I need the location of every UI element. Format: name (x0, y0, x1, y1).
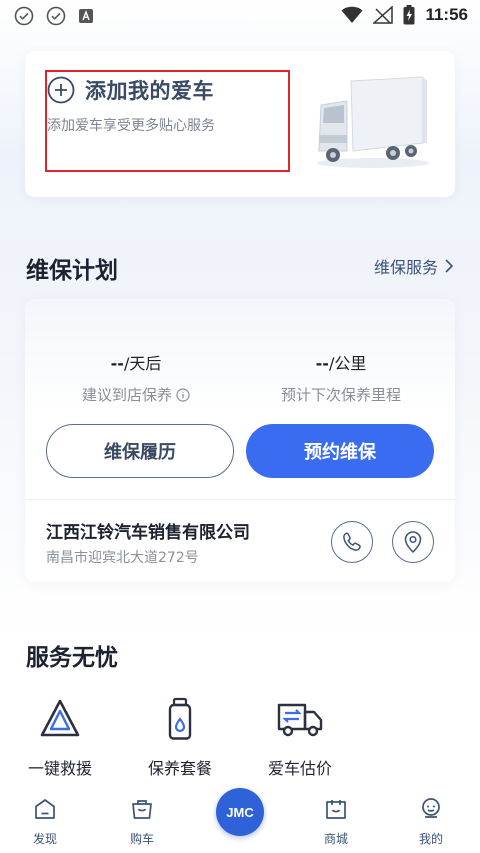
service-maintenance-package[interactable]: 保养套餐 (125, 695, 235, 779)
status-bar: 11:56 (0, 0, 480, 34)
jmc-logo[interactable]: JMC (216, 788, 264, 836)
nav-discover[interactable]: 发现 (15, 796, 75, 847)
navigate-dealer-button[interactable] (392, 521, 434, 563)
days-value: -- (110, 354, 124, 373)
maintenance-service-label: 维保服务 (373, 258, 438, 277)
maintenance-service-link[interactable]: 维保服务 (374, 254, 454, 278)
maintenance-section-title: 维保计划 (26, 258, 118, 284)
nav-shop[interactable]: 商城 (306, 796, 366, 847)
dealer-address: 南昌市迎宾北大道272号 (46, 550, 199, 566)
divider (25, 499, 455, 500)
home-icon (35, 799, 55, 819)
dealer-name: 江西江铃汽车销售有限公司 (46, 523, 250, 543)
mileage-label: 预计下次保养里程 (280, 386, 401, 404)
no-signal-icon (373, 6, 394, 24)
nav-buy-car-label: 购车 (129, 832, 154, 846)
bottom-navigation: 发现 购车 JMC 商城 我的 (0, 788, 480, 853)
warning-triangle-icon (40, 699, 80, 737)
add-car-button[interactable]: 添加我的爱车 (47, 75, 214, 105)
check-circle-icon (46, 6, 66, 26)
days-stat: --/天后 建议到店保养 (36, 350, 236, 405)
user-icon (422, 798, 440, 818)
nav-mine-label: 我的 (418, 832, 443, 846)
phone-icon (343, 532, 361, 551)
plus-circle-icon (47, 76, 75, 104)
location-pin-icon (404, 531, 422, 554)
mileage-value: -- (315, 354, 329, 373)
service-rescue[interactable]: 一键救援 (5, 695, 115, 779)
nav-buy-car[interactable]: 购车 (112, 796, 172, 847)
days-unit: /天后 (123, 354, 162, 373)
battery-icon (403, 5, 415, 25)
check-circle-icon (14, 6, 34, 26)
add-car-card: 添加我的爱车 添加爱车享受更多贴心服务 (25, 51, 455, 197)
service-car-valuation[interactable]: 爱车估价 (245, 695, 355, 779)
chevron-right-icon (445, 259, 454, 273)
maintenance-history-button[interactable]: 维保履历 (46, 424, 234, 478)
call-dealer-button[interactable] (331, 521, 373, 563)
shop-icon (326, 800, 346, 819)
font-a-icon (79, 9, 93, 23)
nav-mine[interactable]: 我的 (401, 796, 461, 847)
services-section-title: 服务无忧 (26, 645, 118, 671)
truck-exchange-icon (277, 703, 323, 737)
nav-shop-label: 商城 (323, 832, 348, 846)
book-maintenance-button[interactable]: 预约维保 (246, 424, 434, 478)
add-car-title: 添加我的爱车 (85, 79, 214, 103)
truck-illustration (317, 76, 429, 168)
add-car-subtitle: 添加爱车享受更多贴心服务 (47, 118, 215, 134)
service-car-valuation-label: 爱车估价 (267, 759, 332, 778)
bag-icon (132, 800, 152, 819)
oil-bottle-icon (168, 697, 192, 740)
maintenance-card: --/天后 建议到店保养 --/公里 预计下次保养里程 维保履历 预约维保 江西… (25, 299, 455, 582)
service-rescue-label: 一键救援 (27, 759, 92, 778)
info-icon[interactable] (176, 387, 190, 402)
service-maintenance-package-label: 保养套餐 (147, 759, 212, 778)
nav-discover-label: 发现 (32, 832, 57, 846)
days-label: 建议到店保养 (81, 386, 172, 404)
mileage-unit: /公里 (328, 354, 367, 373)
wifi-icon (341, 6, 363, 24)
clock: 11:56 (425, 5, 468, 24)
mileage-stat: --/公里 预计下次保养里程 (241, 350, 441, 405)
